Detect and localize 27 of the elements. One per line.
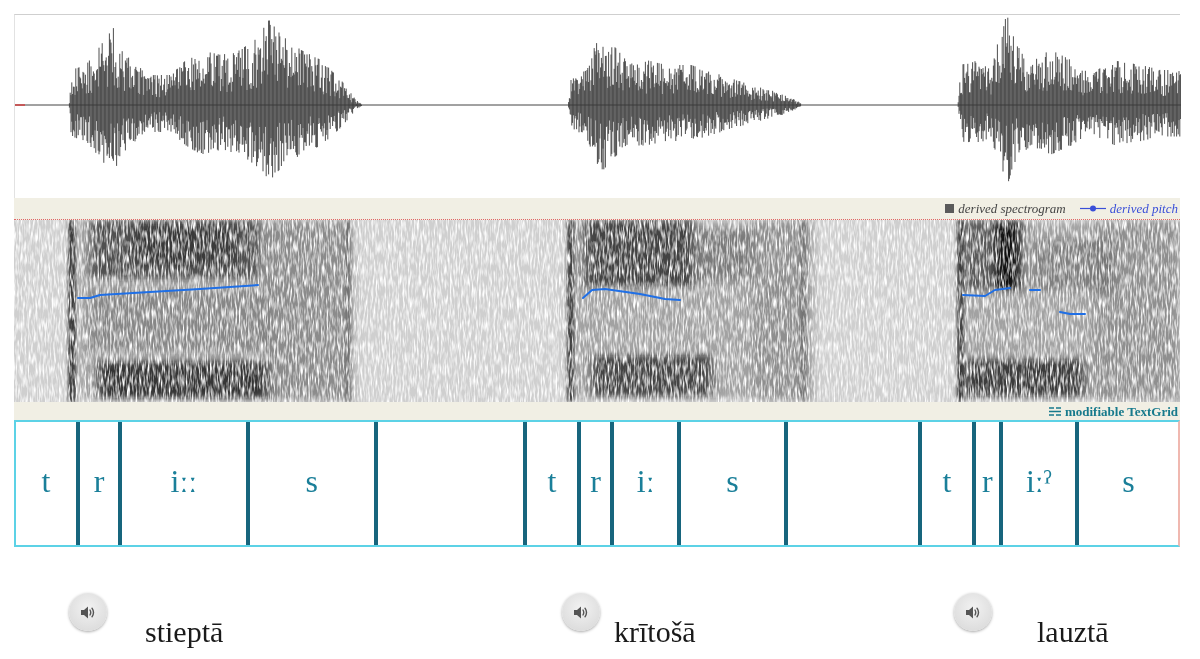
square-swatch-icon xyxy=(945,204,955,213)
textgrid-interval[interactable]: iː xyxy=(610,422,678,545)
play-button[interactable] xyxy=(562,593,600,631)
textgrid-interval[interactable]: s xyxy=(677,422,784,545)
textgrid-interval[interactable]: t xyxy=(918,422,972,545)
textgrid-interval[interactable]: s xyxy=(1074,422,1178,545)
word-label: krītošā xyxy=(614,614,696,650)
legend-label: derived pitch xyxy=(1109,200,1178,217)
play-button[interactable] xyxy=(69,593,107,631)
legend-label: derived spectrogram xyxy=(958,200,1066,217)
speaker-icon xyxy=(574,605,588,619)
textgrid-interval[interactable]: r xyxy=(576,422,611,545)
word-label: lauztā xyxy=(1037,614,1109,650)
speaker-icon xyxy=(966,605,980,619)
textgrid-interval[interactable]: r xyxy=(971,422,999,545)
textgrid-interval[interactable]: t xyxy=(523,422,577,545)
textgrid-interval[interactable]: r xyxy=(75,422,119,545)
textgrid-interval[interactable]: iːˀ xyxy=(998,422,1075,545)
textgrid-interval[interactable]: t xyxy=(16,422,76,545)
word-label: stieptā xyxy=(145,614,224,650)
speaker-icon xyxy=(81,605,95,619)
line-dot-icon xyxy=(1079,205,1106,212)
grid-lines-icon xyxy=(1048,406,1061,416)
play-button[interactable] xyxy=(954,593,992,631)
textgrid-interval[interactable]: iːː xyxy=(118,422,246,545)
textgrid-interval[interactable]: s xyxy=(245,422,374,545)
tier-title: modifiable TextGrid xyxy=(1064,403,1178,419)
